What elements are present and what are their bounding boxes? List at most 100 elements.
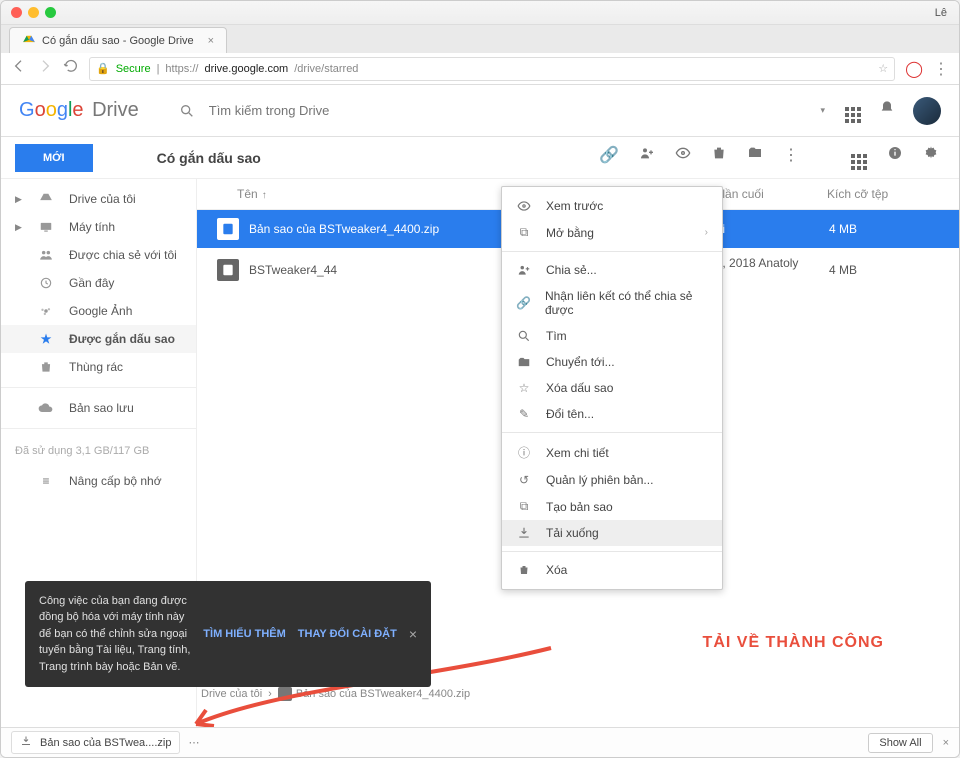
sidebar-recent[interactable]: Gần đây [1, 269, 196, 297]
star-icon: ☆ [516, 381, 532, 395]
show-all-button[interactable]: Show All [868, 733, 932, 753]
notifications-icon[interactable] [879, 100, 895, 121]
sidebar-upgrade[interactable]: ≡Nâng cấp bộ nhớ [1, 467, 196, 495]
search-options-icon[interactable]: ▾ [820, 105, 825, 116]
browser-tab[interactable]: Có gắn dấu sao - Google Drive × [9, 27, 227, 53]
ctx-openwith[interactable]: ⧉Mở bằng› [502, 219, 722, 246]
ctx-rename[interactable]: ✎Đổi tên... [502, 401, 722, 427]
pencil-icon: ✎ [516, 407, 532, 421]
sort-asc-icon: ↑ [262, 190, 267, 201]
secure-label: Secure [116, 63, 151, 75]
sidebar-mydrive[interactable]: ▶Drive của tôi [1, 185, 196, 213]
star-icon: ★ [37, 332, 55, 346]
ctx-versions[interactable]: ↺Quản lý phiên bản... [502, 467, 722, 493]
close-icon[interactable]: × [943, 737, 949, 749]
apps-grid-icon[interactable] [845, 98, 861, 123]
close-tab-icon[interactable]: × [208, 35, 214, 47]
ctx-preview[interactable]: Xem trước [502, 193, 722, 219]
info-icon: ⓘ [516, 444, 532, 461]
storage-text: Đã sử dụng 3,1 GB/117 GB [1, 435, 196, 467]
url-domain: drive.google.com [204, 63, 288, 75]
share-icon [516, 263, 532, 277]
url-bar[interactable]: 🔒 Secure | https://drive.google.com/driv… [89, 57, 895, 81]
ctx-copy[interactable]: ⧉Tạo bản sao [502, 493, 722, 520]
ctx-getlink[interactable]: 🔗Nhận liên kết có thể chia sẻ được [502, 283, 722, 323]
sidebar-label: Bản sao lưu [69, 401, 134, 415]
browser-tabbar: Có gắn dấu sao - Google Drive × [1, 25, 959, 53]
minimize-window-icon[interactable] [28, 7, 39, 18]
photos-icon [37, 304, 55, 318]
forward-icon[interactable] [37, 58, 53, 79]
ctx-share[interactable]: Chia sẻ... [502, 257, 722, 283]
opera-icon[interactable]: ◯ [905, 59, 923, 79]
chevron-right-icon: › [268, 688, 272, 700]
link-icon[interactable]: 🔗 [599, 145, 619, 170]
folder-icon [516, 356, 532, 368]
grid-view-icon[interactable] [851, 145, 867, 170]
sidebar-computers[interactable]: ▶ Máy tính [1, 213, 196, 241]
chevron-right-icon: ▶ [15, 222, 23, 233]
breadcrumb: Drive của tôi › Bản sao của BSTweaker4_4… [201, 687, 470, 701]
bookmark-star-icon[interactable]: ☆ [878, 62, 888, 75]
sidebar-label: Gần đây [69, 276, 114, 290]
download-file-icon [20, 735, 32, 750]
breadcrumb-file[interactable]: Bản sao của BSTweaker4_4400.zip [278, 687, 470, 701]
delete-trash-icon[interactable] [711, 145, 727, 170]
info-icon[interactable] [887, 145, 903, 170]
ctx-find[interactable]: Tìm [502, 323, 722, 349]
close-icon[interactable]: × [409, 626, 417, 642]
search-box[interactable]: ▾ [179, 103, 825, 119]
sidebar-shared[interactable]: Được chia sẻ với tôi [1, 241, 196, 269]
cloud-icon [37, 402, 55, 414]
drive-icon [37, 192, 55, 206]
download-bar: Bản sao của BSTwea....zip ⋯ Show All × [1, 727, 959, 757]
zip-file-icon [217, 259, 239, 281]
share-person-icon[interactable] [639, 145, 655, 170]
browser-menu-icon[interactable]: ⋮ [933, 59, 949, 79]
sidebar-trash[interactable]: Thùng rác [1, 353, 196, 381]
traffic-lights[interactable] [11, 7, 56, 18]
ctx-download[interactable]: Tải xuống [502, 520, 722, 546]
ctx-delete[interactable]: Xóa [502, 557, 722, 583]
preview-eye-icon[interactable] [675, 145, 691, 170]
copy-icon: ⧉ [516, 499, 532, 514]
col-name[interactable]: Tên↑ [237, 187, 537, 201]
file-name: BSTweaker4_44 [249, 263, 539, 277]
new-button[interactable]: MỚI [15, 144, 93, 172]
maximize-window-icon[interactable] [45, 7, 56, 18]
reload-icon[interactable] [63, 58, 79, 79]
clock-icon [37, 276, 55, 290]
window-title: Lê [935, 7, 947, 19]
sidebar-photos[interactable]: Google Ảnh [1, 297, 196, 325]
user-avatar[interactable] [913, 97, 941, 125]
tab-title: Có gắn dấu sao - Google Drive [42, 35, 194, 47]
sidebar-label: Được chia sẻ với tôi [69, 248, 177, 262]
sidebar-backups[interactable]: Bản sao lưu [1, 394, 196, 422]
link-icon: 🔗 [516, 296, 531, 310]
search-icon [179, 103, 195, 119]
settings-gear-icon[interactable] [923, 145, 939, 170]
sidebar-label: Thùng rác [69, 360, 123, 374]
search-icon [516, 329, 532, 343]
toast-change-settings[interactable]: THAY ĐỔI CÀI ĐẶT [298, 628, 397, 640]
breadcrumb-root[interactable]: Drive của tôi [201, 688, 262, 700]
toast-learn-more[interactable]: TÌM HIỂU THÊM [203, 628, 286, 640]
more-actions-icon[interactable]: ⋮ [783, 145, 799, 170]
sidebar-starred[interactable]: ★Được gắn dấu sao [1, 325, 196, 353]
sidebar-label: Nâng cấp bộ nhớ [69, 474, 162, 488]
action-bar: MỚI Có gắn dấu sao 🔗 ⋮ [1, 137, 959, 179]
sidebar-label: Máy tính [69, 220, 115, 234]
file-size: 4 MB [829, 222, 939, 236]
ctx-moveto[interactable]: Chuyển tới... [502, 349, 722, 375]
col-size[interactable]: Kích cỡ tệp [827, 187, 939, 201]
ctx-unstar[interactable]: ☆Xóa dấu sao [502, 375, 722, 401]
download-more-icon[interactable]: ⋯ [188, 736, 199, 749]
download-item[interactable]: Bản sao của BSTwea....zip [11, 731, 180, 754]
ctx-details[interactable]: ⓘXem chi tiết [502, 438, 722, 467]
search-input[interactable] [209, 103, 609, 118]
google-drive-logo[interactable]: Google Drive [19, 99, 139, 122]
move-folder-icon[interactable] [747, 145, 763, 170]
close-window-icon[interactable] [11, 7, 22, 18]
back-icon[interactable] [11, 58, 27, 79]
window-titlebar: Lê [1, 1, 959, 25]
